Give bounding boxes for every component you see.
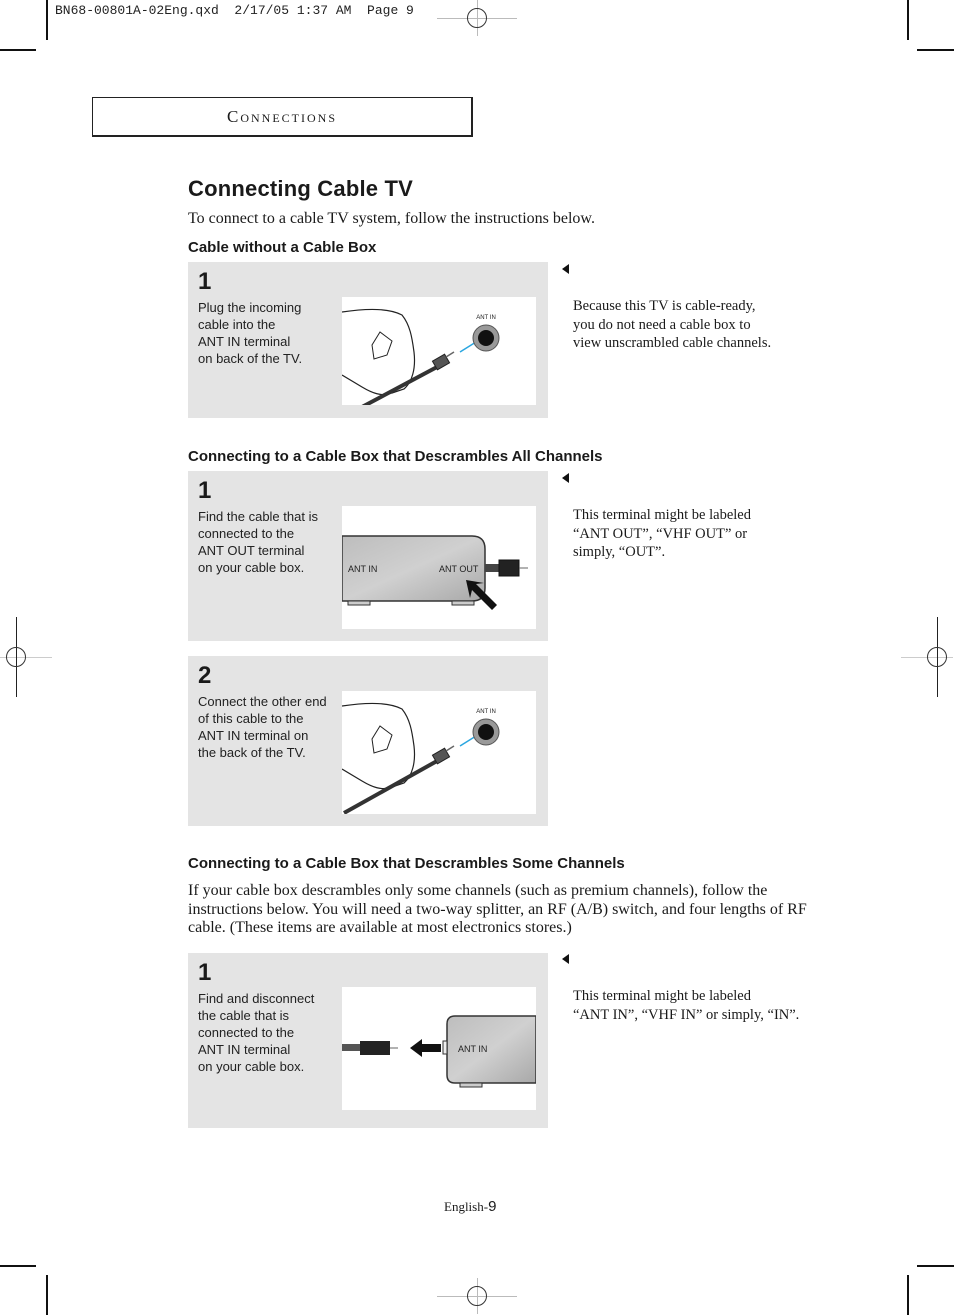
crop-mark <box>46 0 48 40</box>
side-note: This terminal might be labeled “ANT OUT”… <box>562 469 751 562</box>
hand-plug-illustration: ANT IN <box>342 691 536 814</box>
crop-mark <box>0 49 36 51</box>
step-card: 1 Find the cable that is connected to th… <box>188 471 548 641</box>
crop-mark <box>0 1265 36 1267</box>
side-note: This terminal might be labeled “ANT IN”,… <box>562 950 799 1024</box>
side-note: Because this TV is cable-ready, you do n… <box>562 260 771 353</box>
step-number: 1 <box>198 477 212 504</box>
section-heading: Cable without a Cable Box <box>188 239 377 256</box>
page-number: 9 <box>488 1198 497 1215</box>
note-pointer-icon <box>562 264 569 274</box>
cable-box-illustration: ANT IN ANT OUT <box>342 506 536 629</box>
hand-plug-illustration: ANT IN <box>342 297 536 405</box>
section-heading: Connecting to a Cable Box that Descrambl… <box>188 855 625 872</box>
crop-mark <box>917 1265 954 1267</box>
section-heading: Connecting to a Cable Box that Descrambl… <box>188 448 603 465</box>
svg-text:ANT IN: ANT IN <box>476 709 496 715</box>
step-number: 1 <box>198 268 212 295</box>
step-number: 2 <box>198 662 212 689</box>
step-text: Plug the incoming cable into the ANT IN … <box>198 300 303 366</box>
crop-mark <box>907 0 909 40</box>
step-text: Find the cable that is connected to the … <box>198 509 318 575</box>
cable-box-illustration: ANT IN <box>342 987 536 1110</box>
step-text: Find and disconnect the cable that is co… <box>198 991 315 1074</box>
note-text: Because this TV is cable-ready, you do n… <box>573 298 772 351</box>
crop-mark <box>917 49 954 51</box>
svg-text:ANT IN: ANT IN <box>458 1044 487 1054</box>
note-pointer-icon <box>562 954 569 964</box>
note-text: This terminal might be labeled “ANT IN”,… <box>573 988 800 1023</box>
step-card: 2 Connect the other end of this cable to… <box>188 656 548 826</box>
step-number: 1 <box>198 959 212 986</box>
intro-text: To connect to a cable TV system, follow … <box>188 210 595 227</box>
page-footer: English-9 <box>444 1198 496 1215</box>
crop-mark <box>46 1275 48 1315</box>
footer-language: English- <box>444 1199 489 1214</box>
step-card: 1 Find and disconnect the cable that is … <box>188 953 548 1128</box>
step-text: Connect the other end of this cable to t… <box>198 694 327 760</box>
section-paragraph: If your cable box descrambles only some … <box>188 882 807 937</box>
svg-text:ANT OUT: ANT OUT <box>439 564 479 574</box>
note-text: This terminal might be labeled “ANT OUT”… <box>573 507 751 560</box>
print-slug: BN68-00801A-02Eng.qxd 2/17/05 1:37 AM Pa… <box>55 3 414 18</box>
svg-text:ANT IN: ANT IN <box>348 564 377 574</box>
ant-in-label: ANT IN <box>476 315 496 321</box>
page-title: Connecting Cable TV <box>188 176 414 201</box>
pull-arrow-icon <box>410 1039 441 1057</box>
section-header-box: Connections <box>92 97 473 137</box>
section-label: Connections <box>226 106 337 126</box>
crop-mark <box>907 1275 909 1315</box>
note-pointer-icon <box>562 473 569 483</box>
step-card: 1 Plug the incoming cable into the ANT I… <box>188 262 548 418</box>
